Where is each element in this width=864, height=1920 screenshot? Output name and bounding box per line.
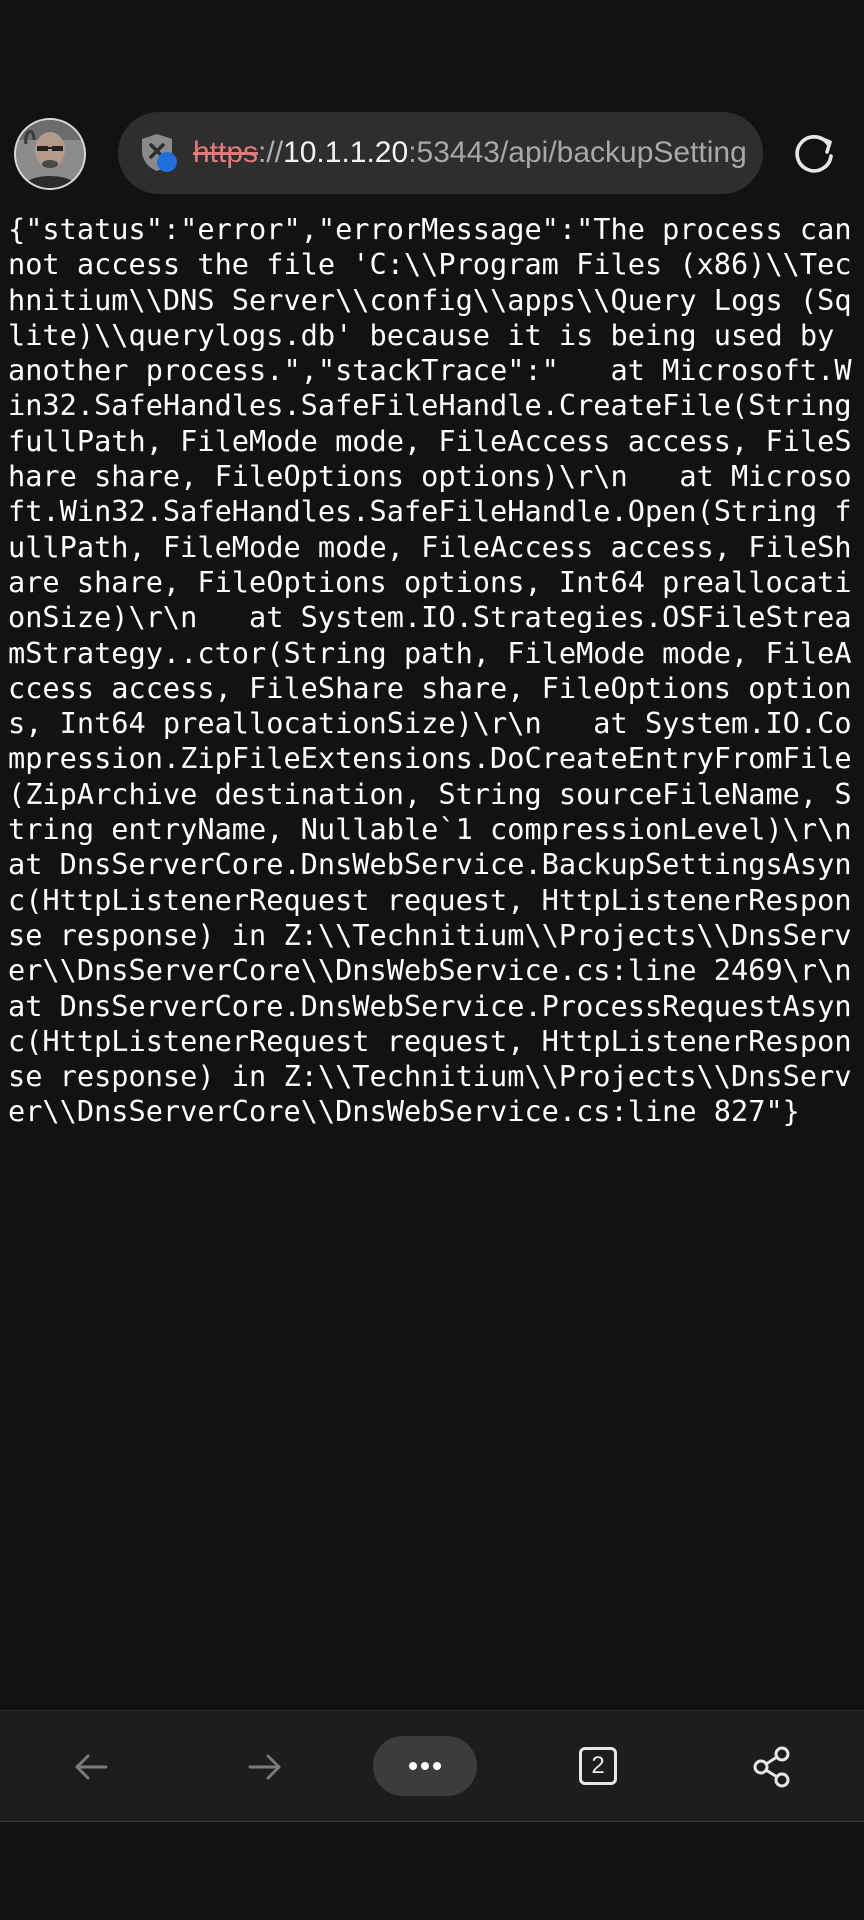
bottom-toolbar: 2 (0, 1710, 864, 1823)
share-icon (753, 1746, 790, 1788)
json-response-body: {"status":"error","errorMessage":"The pr… (8, 212, 852, 1129)
tab-count: 2 (591, 1752, 605, 1779)
system-gesture-area (0, 1822, 864, 1920)
back-button[interactable] (62, 1737, 122, 1797)
arrow-right-icon (248, 1754, 281, 1780)
arrow-left-icon (75, 1754, 108, 1780)
url-separator: :// (258, 136, 284, 169)
url-bar[interactable]: https://10.1.1.20:53443/api/backupSettin… (118, 112, 763, 194)
forward-button[interactable] (234, 1737, 294, 1797)
tabs-button[interactable]: 2 (579, 1747, 617, 1785)
more-dots-icon (409, 1762, 441, 1770)
url-path: :53443/api/backupSettings (408, 136, 748, 169)
url-text[interactable]: https://10.1.1.20:53443/api/backupSettin… (193, 133, 748, 173)
shield-warning-icon[interactable] (138, 131, 182, 175)
share-button[interactable] (743, 1737, 803, 1797)
reload-icon[interactable] (790, 130, 838, 178)
avatar-image (16, 120, 84, 188)
profile-avatar[interactable] (16, 120, 84, 188)
url-host: 10.1.1.20 (283, 136, 409, 169)
url-scheme: https (193, 136, 259, 169)
more-menu-button[interactable] (373, 1736, 477, 1796)
status-bar (0, 0, 864, 110)
